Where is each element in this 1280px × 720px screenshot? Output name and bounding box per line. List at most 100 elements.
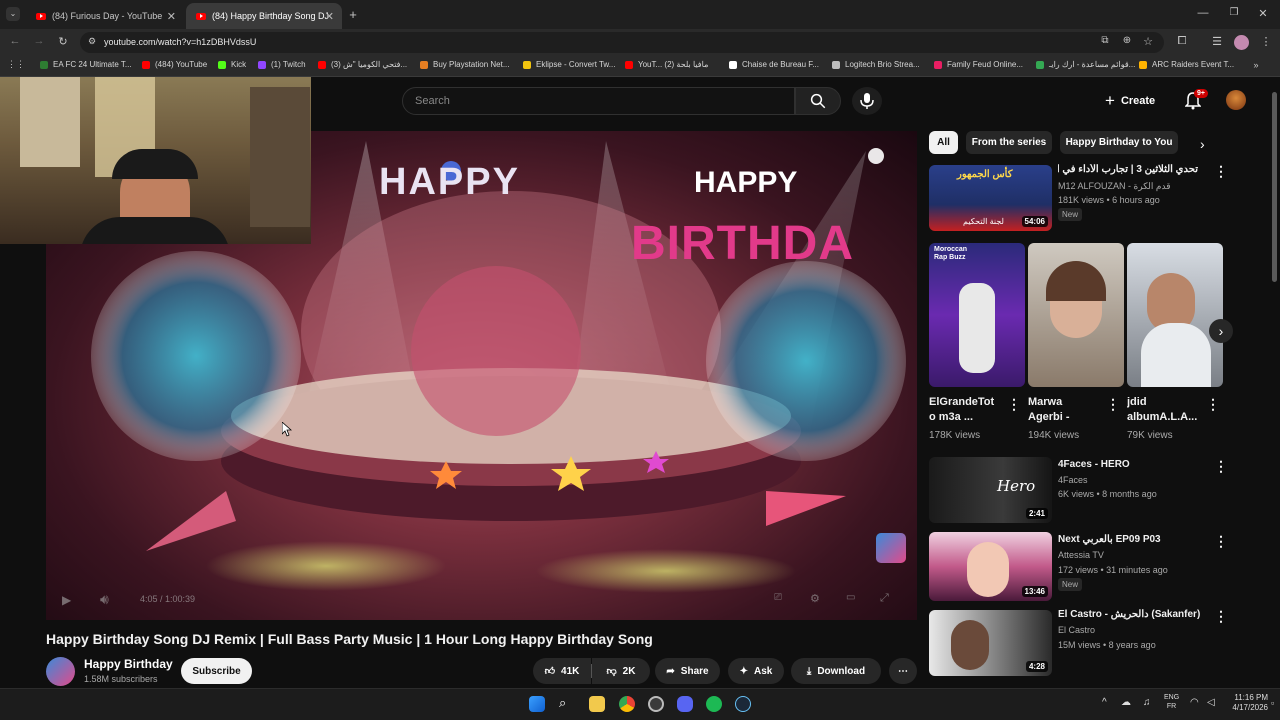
bookmark-item[interactable]: Buy Playstation Net...	[420, 60, 509, 69]
bookmark-item[interactable]: (3) فتحي الكوميا "ش...	[318, 60, 407, 69]
reload-icon[interactable]: ↻	[56, 35, 70, 48]
minimize-icon[interactable]: —	[1196, 7, 1210, 19]
video-title[interactable]: 4Faces - HERO	[1058, 459, 1198, 470]
volume-icon[interactable]: 🔊︎	[100, 591, 109, 608]
video-title[interactable]: تحدي الثلاثين 3 | تجارب الأداء في ألماني…	[1058, 164, 1198, 175]
more-vert-icon[interactable]: ⋮	[1214, 458, 1228, 475]
shorts-next-button[interactable]: ›	[1209, 319, 1233, 343]
search-input[interactable]: Search	[415, 95, 450, 107]
short-title[interactable]: Marwa Agerbi - تغني...	[1028, 395, 1098, 425]
more-vert-icon[interactable]: ⋮	[1007, 396, 1021, 413]
bookmark-item[interactable]: Family Feud Online...	[934, 60, 1023, 69]
obs-icon[interactable]	[648, 696, 664, 712]
zoom-icon[interactable]: ⊕	[1120, 35, 1134, 46]
bookmark-item[interactable]: EA FC 24 Ultimate T...	[40, 60, 132, 69]
subscribe-button[interactable]: Subscribe	[181, 658, 252, 684]
bookmark-item[interactable]: Chaise de Bureau F...	[729, 60, 819, 69]
short-title[interactable]: jdid albumA.L.A...	[1127, 395, 1199, 425]
channel-avatar[interactable]	[46, 657, 75, 686]
new-tab-button[interactable]: +	[346, 7, 360, 22]
ask-button[interactable]: ✦ Ask	[728, 658, 784, 684]
tab-happy-birthday[interactable]: (84) Happy Birthday Song DJ Re ✕	[186, 3, 342, 29]
back-icon[interactable]: ←	[8, 35, 22, 47]
clock[interactable]: 11:16 PM 4/17/2026	[1226, 693, 1268, 713]
close-icon[interactable]: ✕	[167, 10, 176, 23]
steam-icon[interactable]	[735, 696, 751, 712]
short-thumbnail[interactable]	[1127, 243, 1223, 387]
menu-icon[interactable]: ⋮	[1259, 35, 1273, 48]
bookmark-star-icon[interactable]: ☆	[1141, 35, 1155, 48]
bookmark-item[interactable]: YouT... مافيا بلحة (2)	[625, 60, 708, 69]
theater-mode-icon[interactable]: ▭	[846, 592, 855, 603]
voice-search-button[interactable]	[852, 87, 882, 115]
play-icon[interactable]: ▶	[62, 593, 71, 607]
bookmark-item[interactable]: Logitech Brio Strea...	[832, 60, 920, 69]
tray-chevron-icon[interactable]: ^	[1102, 697, 1107, 708]
video-thumbnail[interactable]: 4:28	[929, 610, 1052, 676]
chip-happy-birthday[interactable]: Happy Birthday to You	[1060, 131, 1178, 154]
more-vert-icon[interactable]: ⋮	[1214, 163, 1228, 180]
bookmark-item[interactable]: (1) Twitch	[258, 60, 306, 69]
chip-all[interactable]: All	[929, 131, 958, 154]
channel-watermark[interactable]	[876, 533, 906, 563]
tray-mic-icon[interactable]: ♫	[1143, 697, 1151, 708]
discord-icon[interactable]	[677, 696, 693, 712]
more-vert-icon[interactable]: ⋮	[1206, 396, 1220, 413]
create-button[interactable]: + Create	[1105, 89, 1171, 113]
more-vert-icon[interactable]: ⋮	[1214, 608, 1228, 625]
close-icon[interactable]: ✕	[325, 10, 334, 23]
account-avatar[interactable]	[1226, 90, 1246, 110]
file-explorer-icon[interactable]	[589, 696, 605, 712]
channel-name[interactable]: Attessia TV	[1058, 550, 1104, 560]
search-box[interactable]: Search	[402, 87, 795, 115]
page-scrollbar[interactable]	[1272, 92, 1277, 282]
bookmark-item[interactable]: قوائم مساعدة - ارك رايـ...	[1036, 60, 1135, 69]
forward-icon[interactable]: →	[32, 35, 46, 47]
speaker-icon[interactable]: ◁	[1207, 697, 1215, 708]
more-vert-icon[interactable]: ⋮	[1106, 396, 1120, 413]
profile-avatar[interactable]	[1234, 35, 1249, 50]
notifications-button[interactable]: 9+	[1184, 89, 1208, 115]
chevron-right-icon[interactable]: ›	[1200, 136, 1205, 152]
chip-from-series[interactable]: From the series	[966, 131, 1052, 154]
extensions-icon[interactable]: ⧠	[1175, 35, 1189, 48]
install-app-icon[interactable]: ⧉	[1098, 35, 1112, 46]
site-info-icon[interactable]: ⚙	[86, 36, 98, 47]
spotify-icon[interactable]	[706, 696, 722, 712]
like-button[interactable]: 👍︎ 41K	[533, 658, 591, 684]
video-thumbnail[interactable]: Hero 2:41	[929, 457, 1052, 523]
start-windows-icon[interactable]	[529, 696, 545, 712]
download-button[interactable]: ⤓ Download	[791, 658, 881, 684]
bookmark-item[interactable]: (484) YouTube	[142, 60, 207, 69]
bookmark-item[interactable]: Kick	[218, 60, 246, 69]
bookmark-item[interactable]: ARC Raiders Event T...	[1139, 60, 1234, 69]
more-bookmarks-icon[interactable]: »	[1250, 60, 1262, 70]
tab-furious-day[interactable]: (84) Furious Day - YouTube ✕	[26, 3, 184, 29]
maximize-icon[interactable]: ❐	[1227, 7, 1241, 18]
apps-grid-icon[interactable]: ⋮⋮	[7, 59, 25, 70]
short-title[interactable]: ElGrandeTot o m3a ...	[929, 395, 999, 425]
bookmark-item[interactable]: Eklipse - Convert Tw...	[523, 60, 615, 69]
short-thumbnail[interactable]: Moroccan Rap Buzz	[929, 243, 1025, 387]
video-title[interactable]: Next بالعربي EP09 P03	[1058, 534, 1198, 545]
short-thumbnail[interactable]	[1028, 243, 1124, 387]
video-thumbnail[interactable]: 13:46	[929, 532, 1052, 601]
notification-center-icon[interactable]: ▫	[1271, 698, 1274, 708]
input-language[interactable]: ENG FR	[1164, 693, 1179, 711]
video-thumbnail[interactable]: كأس الجمهور لجنة التحكيم 54:06	[929, 165, 1052, 231]
dislike-button[interactable]: 👎︎ 2K	[592, 658, 650, 684]
share-button[interactable]: ➦ Share	[655, 658, 720, 684]
search-button[interactable]	[795, 87, 841, 115]
channel-name[interactable]: El Castro	[1058, 625, 1095, 635]
window-close-icon[interactable]: ✕	[1256, 7, 1270, 20]
wifi-icon[interactable]: ◠	[1190, 697, 1199, 708]
tray-cloud-icon[interactable]: ☁	[1121, 697, 1131, 708]
taskbar-search-icon[interactable]: ⌕	[559, 695, 566, 711]
more-actions-button[interactable]: ⋯	[889, 658, 917, 684]
captions-icon[interactable]: ⎚	[774, 592, 782, 603]
video-title[interactable]: El Castro - دالحريش (Sakanfer)	[1058, 609, 1208, 620]
fullscreen-icon[interactable]: ⤢	[880, 592, 889, 605]
tab-search-icon[interactable]: ⌄	[6, 7, 20, 21]
channel-name[interactable]: M12 ALFOUZAN - قدم الكرة	[1058, 181, 1171, 192]
channel-name[interactable]: Happy Birthday	[84, 657, 173, 671]
